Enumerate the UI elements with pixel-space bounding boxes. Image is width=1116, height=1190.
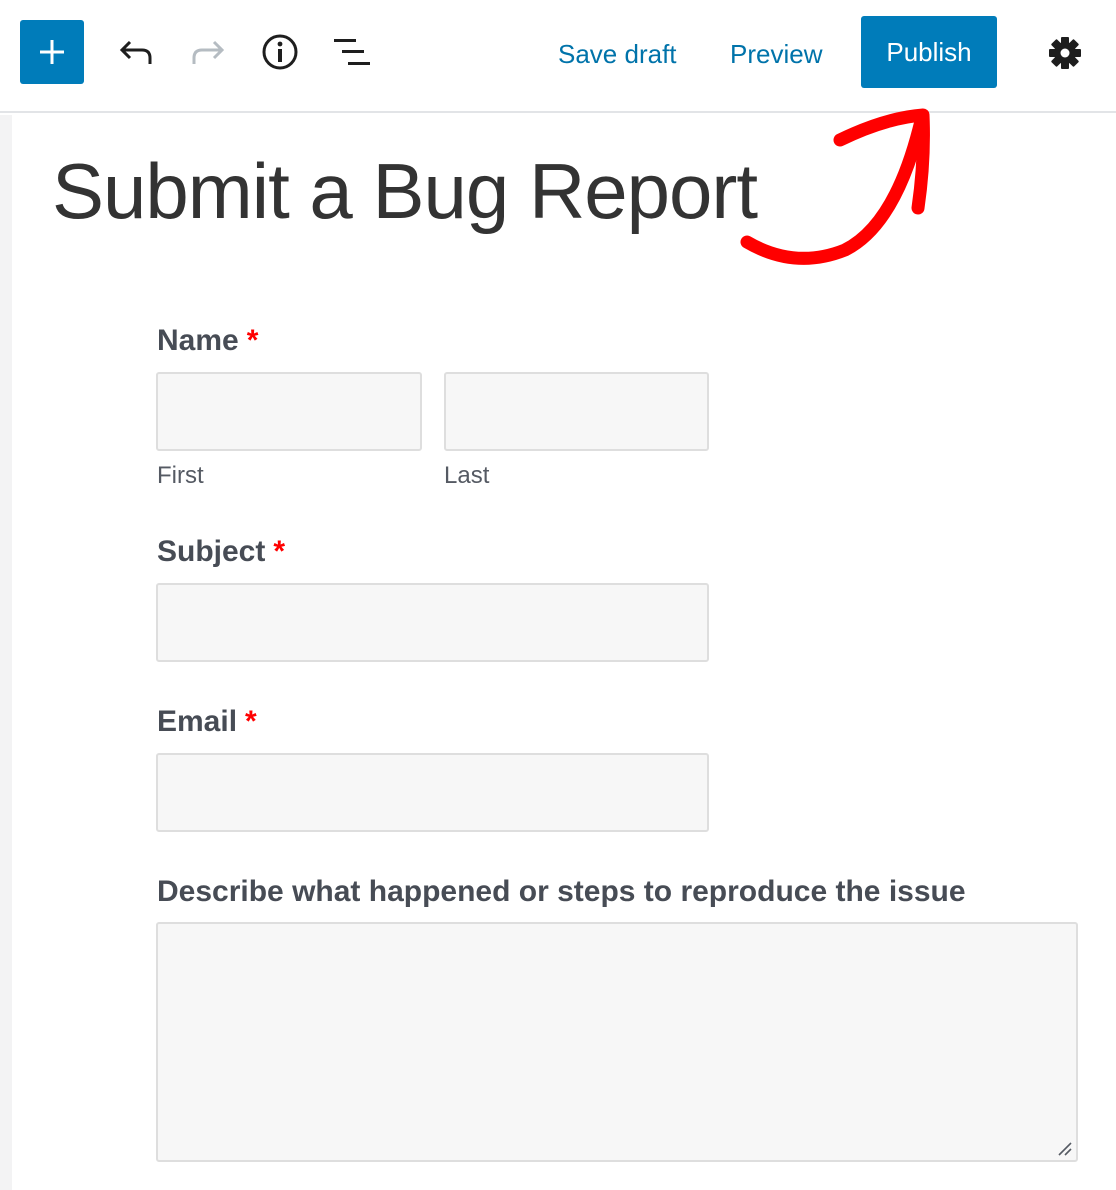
redo-button[interactable] bbox=[184, 30, 232, 74]
save-draft-button[interactable]: Save draft bbox=[558, 32, 677, 76]
required-marker: * bbox=[273, 535, 286, 568]
editor-toolbar: Save draft Preview Publish bbox=[0, 0, 1116, 113]
plus-icon bbox=[40, 40, 64, 64]
email-label-text: Email bbox=[157, 705, 238, 738]
undo-button[interactable] bbox=[112, 30, 160, 74]
first-name-sublabel: First bbox=[157, 462, 204, 489]
settings-button[interactable] bbox=[1040, 28, 1090, 78]
content-structure-button[interactable] bbox=[256, 28, 304, 76]
red-arrow-annotation bbox=[740, 108, 930, 265]
email-input[interactable] bbox=[156, 753, 709, 832]
last-name-sublabel: Last bbox=[444, 462, 490, 489]
add-block-button[interactable] bbox=[20, 20, 84, 84]
description-label: Describe what happened or steps to repro… bbox=[157, 875, 966, 908]
subject-label-text: Subject bbox=[157, 535, 266, 568]
block-navigation-button[interactable] bbox=[328, 30, 376, 74]
undo-icon bbox=[119, 40, 152, 64]
editor-left-gutter bbox=[0, 115, 12, 1190]
publish-button[interactable]: Publish bbox=[861, 16, 997, 88]
info-icon bbox=[262, 34, 298, 70]
name-label: Name * bbox=[157, 324, 258, 358]
email-label: Email * bbox=[157, 705, 257, 739]
first-name-input[interactable] bbox=[156, 372, 422, 451]
preview-button[interactable]: Preview bbox=[730, 32, 822, 76]
gear-icon bbox=[1049, 37, 1081, 69]
page-title[interactable]: Submit a Bug Report bbox=[52, 146, 758, 237]
required-marker: * bbox=[245, 705, 257, 738]
name-label-text: Name bbox=[157, 324, 239, 357]
resize-handle-icon[interactable] bbox=[1057, 1141, 1073, 1157]
description-textarea[interactable] bbox=[156, 922, 1078, 1162]
redo-icon bbox=[192, 40, 225, 64]
block-navigation-icon bbox=[334, 39, 370, 65]
required-marker: * bbox=[246, 324, 259, 357]
subject-label: Subject * bbox=[157, 535, 285, 569]
last-name-input[interactable] bbox=[444, 372, 709, 451]
subject-input[interactable] bbox=[156, 583, 709, 662]
